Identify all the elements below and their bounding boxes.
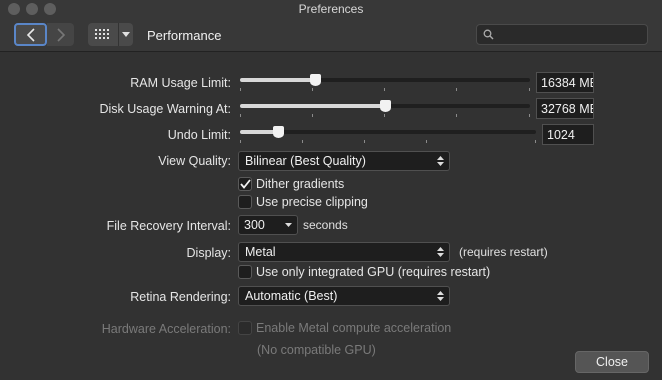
chevron-down-icon <box>122 31 130 37</box>
slider-tick <box>535 140 536 143</box>
grid-icon <box>95 29 109 39</box>
back-button[interactable] <box>14 23 47 46</box>
disk-warning-slider[interactable] <box>240 100 530 120</box>
file-recovery-label: File Recovery Interval: <box>106 219 231 233</box>
window-title: Preferences <box>298 2 364 16</box>
slider-tick <box>240 88 241 91</box>
retina-rendering-select[interactable]: Automatic (Best) <box>238 286 450 306</box>
chevron-right-icon <box>56 27 65 42</box>
slider-tick <box>529 114 530 117</box>
view-quality-value: Bilinear (Best Quality) <box>245 154 366 168</box>
view-quality-label: View Quality: <box>158 154 231 168</box>
ram-usage-slider[interactable] <box>240 74 530 94</box>
no-compatible-gpu-note: (No compatible GPU) <box>257 343 376 357</box>
chevron-down-icon <box>285 223 292 227</box>
view-quality-select[interactable]: Bilinear (Best Quality) <box>238 151 450 171</box>
ram-usage-label: RAM Usage Limit: <box>130 76 231 90</box>
slider-thumb[interactable] <box>380 100 391 112</box>
dither-gradients-checkbox[interactable] <box>238 177 252 191</box>
slider-tick <box>240 140 241 143</box>
disk-warning-label: Disk Usage Warning At: <box>99 102 231 116</box>
ram-usage-field[interactable]: 16384 MB <box>536 72 594 93</box>
disk-warning-field[interactable]: 32768 MB <box>536 98 594 119</box>
hardware-acceleration-label: Hardware Acceleration: <box>101 322 231 336</box>
slider-tick <box>302 140 303 143</box>
page-title: Performance <box>147 28 222 43</box>
undo-limit-field[interactable]: 1024 <box>542 124 594 145</box>
slider-fill <box>240 78 316 82</box>
slider-fill <box>240 104 385 108</box>
display-select[interactable]: Metal <box>238 242 450 262</box>
integrated-gpu-label: Use only integrated GPU (requires restar… <box>256 265 491 279</box>
grid-menu-caret[interactable] <box>118 23 133 46</box>
checkmark-icon <box>239 179 251 189</box>
display-restart-note: (requires restart) <box>459 245 548 259</box>
slider-thumb[interactable] <box>273 126 285 138</box>
metal-compute-checkbox <box>238 321 252 335</box>
slider-track <box>240 130 536 134</box>
slider-tick <box>426 140 427 143</box>
slider-tick <box>456 114 457 117</box>
updown-arrows-icon <box>437 156 444 166</box>
slider-tick <box>312 114 313 117</box>
retina-rendering-label: Retina Rendering: <box>130 290 231 304</box>
file-recovery-unit: seconds <box>303 218 348 232</box>
toolbar: Performance <box>0 18 662 52</box>
display-value: Metal <box>245 245 276 259</box>
undo-limit-label: Undo Limit: <box>167 128 231 142</box>
slider-tick <box>240 114 241 117</box>
slider-thumb[interactable] <box>310 74 322 86</box>
slider-tick <box>529 88 530 91</box>
close-button[interactable]: Close <box>575 351 649 373</box>
chevron-left-icon <box>26 27 35 42</box>
title-bar: Preferences <box>0 0 662 18</box>
slider-tick <box>384 88 385 91</box>
file-recovery-select[interactable]: 300 <box>238 215 298 235</box>
file-recovery-value: 300 <box>244 218 265 232</box>
updown-arrows-icon <box>437 247 444 257</box>
precise-clipping-checkbox[interactable] <box>238 195 252 209</box>
forward-button[interactable] <box>47 23 74 46</box>
slider-tick <box>364 140 365 143</box>
search-icon <box>483 29 494 40</box>
slider-tick <box>384 114 385 117</box>
integrated-gpu-checkbox[interactable] <box>238 265 252 279</box>
display-label: Display: <box>186 246 231 260</box>
search-field[interactable] <box>476 24 648 45</box>
updown-arrows-icon <box>437 291 444 301</box>
retina-rendering-value: Automatic (Best) <box>245 289 338 303</box>
slider-tick <box>456 88 457 91</box>
slider-tick <box>312 88 313 91</box>
dither-gradients-label: Dither gradients <box>256 177 345 191</box>
show-all-button[interactable] <box>88 23 133 46</box>
metal-compute-label: Enable Metal compute acceleration <box>256 321 452 335</box>
precise-clipping-label: Use precise clipping <box>256 195 368 209</box>
undo-limit-slider[interactable] <box>240 126 536 146</box>
